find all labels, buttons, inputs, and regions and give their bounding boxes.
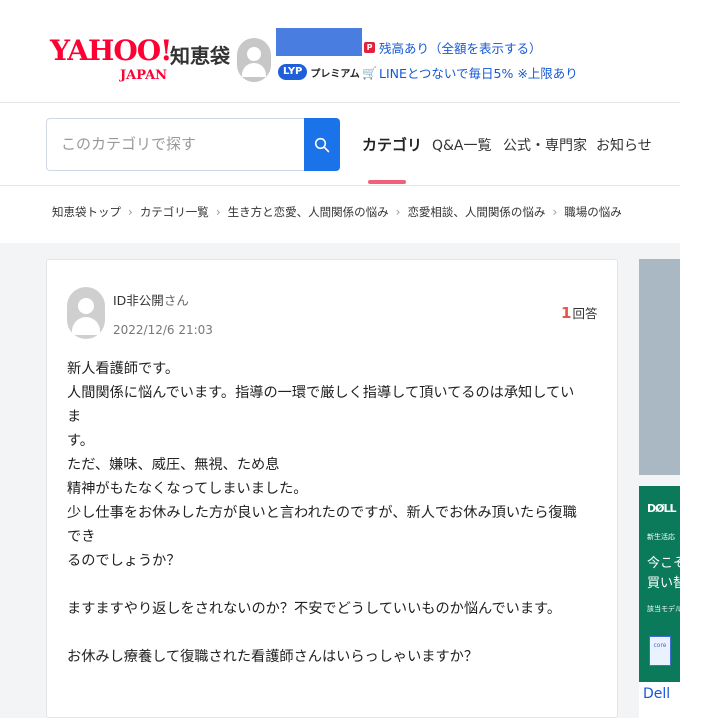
question-date: 2022/12/6 21:03 [113,323,213,337]
paypay-balance-link[interactable]: P 残高あり（全額を表示する） [364,38,542,57]
paypay-balance-text: 残高あり（全額を表示する） [379,41,542,56]
avatar-body-shape [242,63,266,77]
ad-footer: Dell [639,682,680,718]
chevron-right-icon: › [128,205,133,219]
answer-count-label: 回答 [572,306,598,321]
lyp-pill: LYP [278,64,308,80]
dell-logo: DØLL [647,502,676,515]
answer-count-number: 1 [561,304,572,322]
tab-official-experts[interactable]: 公式・専門家 [503,118,587,171]
questioner-suffix: さん [163,293,189,308]
ad-text-line: 買い替 [647,576,680,591]
logo-service-name: 知恵袋 [170,44,230,68]
search-button[interactable] [304,118,340,171]
avatar-body-shape [72,317,100,335]
question-line: 精神がもたなくなってしまいました。 [67,481,308,497]
question-blank-line [67,573,587,597]
questioner-name: ID非公開さん [113,290,189,309]
user-avatar[interactable] [237,38,271,82]
breadcrumb-item-workplace[interactable]: 職場の悩み [564,204,622,220]
yahoo-chiebukuro-logo[interactable]: YAHOO! JAPAN 知恵袋 [50,36,230,88]
ad-text-line: 新生活応 [647,533,675,541]
question-body: 新人看護師です。 人間関係に悩んでいます。指導の一環で厳しく指導して頂いてるのは… [67,357,587,669]
breadcrumb-item-top[interactable]: 知恵袋トップ [52,204,121,220]
lyp-premium-label: プレミアム [310,68,360,80]
question-line: す。 [67,433,94,449]
question-line: るのでしょうか？ [67,553,181,569]
logo-yahoo-text: YAHOO! [50,34,172,67]
question-card: ID非公開さん 2022/12/6 21:03 1回答 新人看護師です。 人間関… [46,259,618,718]
answer-count-link[interactable]: 1回答 [561,303,597,322]
site-header: YAHOO! JAPAN 知恵袋 LYP プレミアム P 残高あり（全額を表示す… [0,0,680,103]
question-line: 少し仕事をお休みした方が良いと言われたのですが、新人でお休み頂いたら復職でき [67,505,577,545]
cart-icon: 🛒 [362,65,377,80]
breadcrumb-item-category-list[interactable]: カテゴリ一覧 [140,204,209,220]
redacted-username[interactable] [276,28,362,56]
avatar-head-shape [247,47,261,61]
ad-text-line: 今こそ [647,556,680,571]
tab-notices[interactable]: お知らせ [596,118,652,171]
chevron-right-icon: › [215,205,221,219]
dell-ad-banner[interactable]: DØLL 新生活応 今こそ 買い替 該当モデル core Dell [639,486,680,718]
search-icon [314,137,330,152]
logo-japan-text: JAPAN [120,68,168,83]
search-nav-bar: このカテゴリで探す カテゴリ Q&A一覧 公式・専門家 お知らせ [0,104,680,186]
question-line: ますますやり返しをされないのか？不安でどうしていいものか悩んでいます。 [67,601,562,617]
question-blank-line [67,621,587,645]
sidebar-ad-placeholder[interactable] [639,259,680,475]
chevron-right-icon: › [395,205,401,219]
active-tab-indicator [368,180,406,184]
breadcrumb: 知恵袋トップ › カテゴリ一覧 › 生き方と恋愛、人間関係の悩み › 恋愛相談、… [52,204,622,220]
line-link-promo[interactable]: 🛒 LINEとつないで毎日5% ※上限あり [362,63,578,82]
question-line: 新人看護師です。 [67,361,180,377]
line-promo-text: LINEとつないで毎日5% ※上限あり [379,66,578,81]
question-line: 人間関係に悩んでいます。指導の一環で厳しく指導して頂いてるのは承知していま [67,385,575,425]
question-line: ただ、嫌味、威圧、無視、ため息 [67,457,280,473]
chevron-right-icon: › [552,205,558,219]
lyp-premium-badge[interactable]: LYP プレミアム [278,64,360,80]
paypay-icon: P [364,42,375,53]
category-search-input[interactable]: このカテゴリで探す [46,118,304,171]
intel-core-badge-icon: core [649,636,671,666]
question-line: お休みし療養して復職された看護師さんはいらっしゃいますか？ [67,649,479,665]
ad-footer-text: Dell [643,686,671,702]
questioner-avatar [67,287,105,339]
tab-qa-list[interactable]: Q&A一覧 [432,118,492,171]
avatar-head-shape [78,298,94,314]
tab-category[interactable]: カテゴリ [362,118,422,171]
questioner-id: ID非公開 [113,293,164,308]
breadcrumb-item-love-relations[interactable]: 恋愛相談、人間関係の悩み [407,204,545,220]
ad-text-line: 該当モデル [647,605,680,613]
breadcrumb-item-life-love[interactable]: 生き方と恋愛、人間関係の悩み [228,204,389,220]
